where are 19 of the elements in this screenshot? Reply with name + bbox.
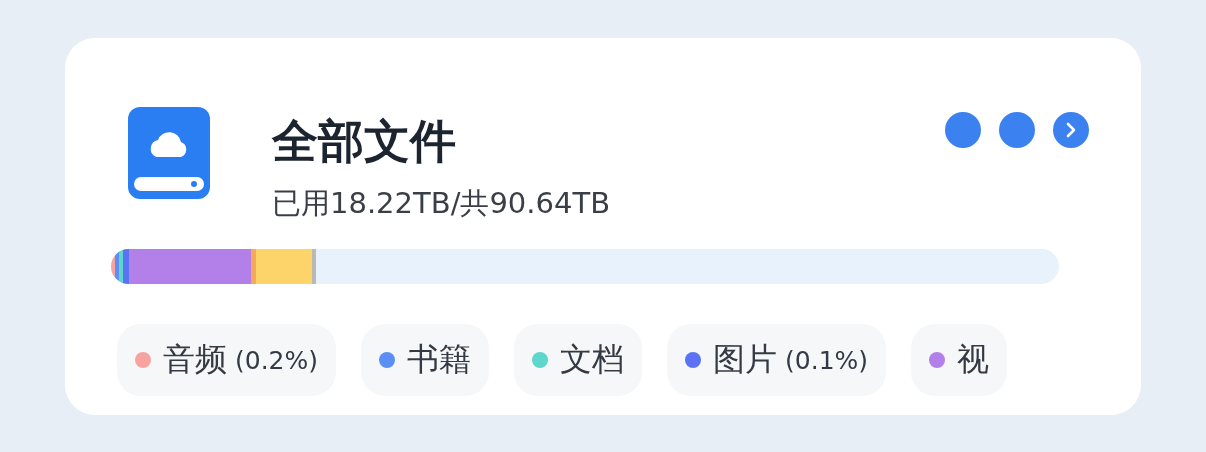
category-chip[interactable]: 音频 (0.2%) bbox=[117, 324, 337, 396]
category-label: 文档 bbox=[560, 339, 625, 380]
category-chip[interactable]: 图片 (0.1%) bbox=[667, 324, 887, 396]
category-chip[interactable]: 文档 bbox=[514, 324, 643, 396]
storage-usage: 已用18.22TB/共90.64TB bbox=[272, 185, 611, 222]
category-label: 图片 bbox=[713, 339, 778, 380]
category-chip[interactable]: 书籍 bbox=[361, 324, 490, 396]
cloud-drive-icon bbox=[128, 107, 210, 199]
category-label: 书籍 bbox=[407, 339, 472, 380]
category-chip[interactable]: 视 bbox=[911, 324, 1008, 396]
circle-button[interactable] bbox=[945, 112, 981, 148]
category-label: 视 bbox=[957, 339, 990, 380]
category-share: (0.2%) bbox=[235, 345, 319, 375]
category-share: (0.1%) bbox=[785, 345, 869, 375]
title: 全部文件 bbox=[272, 113, 457, 170]
chevron-right-icon bbox=[1065, 122, 1077, 138]
circle-button[interactable] bbox=[999, 112, 1035, 148]
next-button[interactable] bbox=[1053, 112, 1089, 148]
category-label: 音频 bbox=[163, 339, 227, 380]
